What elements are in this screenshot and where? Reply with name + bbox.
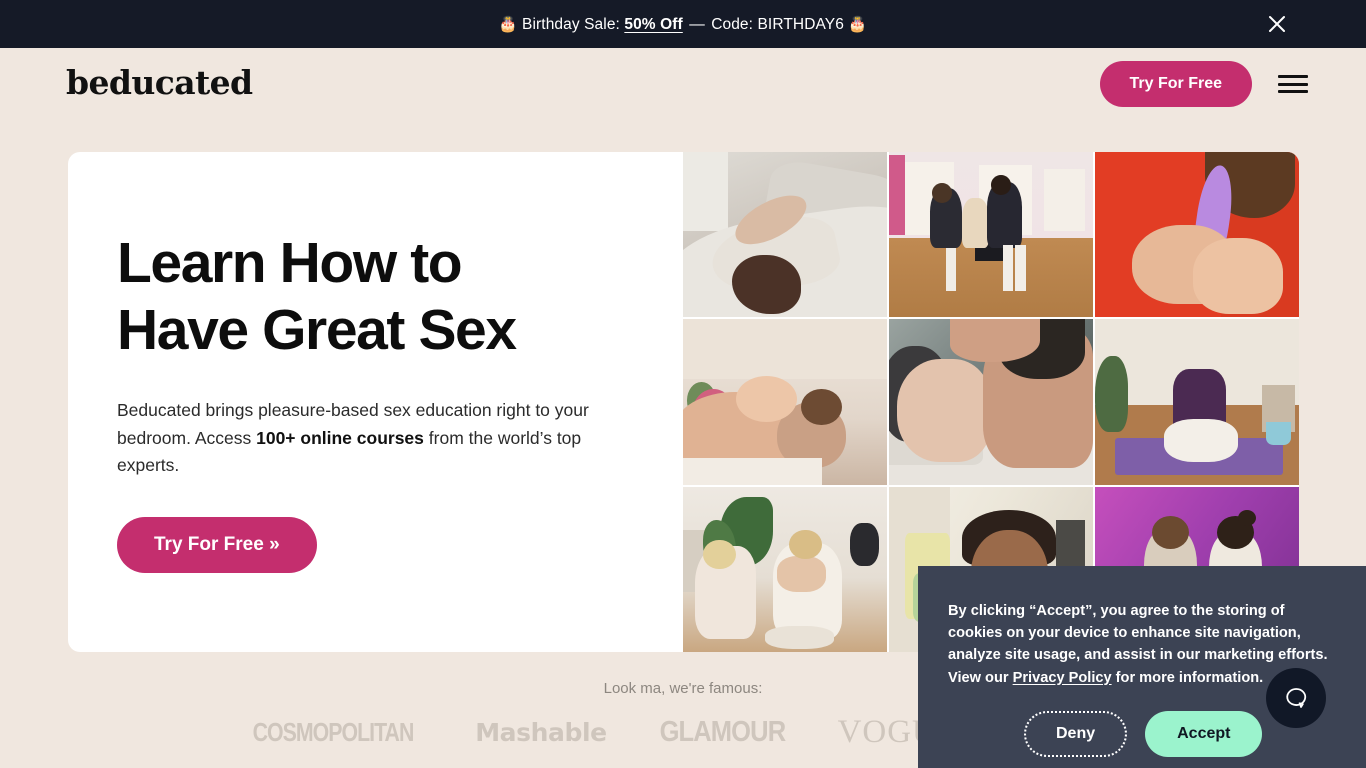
promo-code-text: Code: BIRTHDAY6: [711, 15, 844, 33]
promo-banner-text: 🎂 Birthday Sale: 50% Off — Code: BIRTHDA…: [499, 15, 867, 34]
hamburger-bar-1: [1278, 75, 1308, 78]
hamburger-bar-2: [1278, 82, 1308, 86]
birthday-cake-icon-left: 🎂: [498, 15, 518, 33]
close-icon[interactable]: [1264, 11, 1290, 37]
try-for-free-header-button[interactable]: Try For Free: [1099, 61, 1252, 107]
press-logo-glamour: GLAMOUR: [659, 716, 786, 748]
brand-logo[interactable]: beducated: [66, 66, 253, 99]
accept-button[interactable]: Accept: [1145, 710, 1263, 757]
deny-button[interactable]: Deny: [1024, 710, 1128, 757]
grid-tile-woman-lying-on-bed: [683, 152, 887, 318]
hamburger-bar-3: [1278, 90, 1308, 93]
chat-bubble-icon[interactable]: [1266, 668, 1326, 728]
hamburger-menu-icon[interactable]: [1278, 73, 1308, 95]
cookie-consent-banner: By clicking “Accept”, you agree to the s…: [918, 566, 1366, 768]
grid-tile-dance-studio-class: [889, 152, 1093, 318]
cookie-text-part-2: for more information.: [1111, 669, 1264, 686]
press-logo-cosmopolitan: COSMOPOLITAN: [252, 717, 415, 747]
grid-tile-yoga-stretch-on-mat: [1095, 319, 1299, 485]
promo-banner: 🎂 Birthday Sale: 50% Off — Code: BIRTHDA…: [0, 0, 1366, 48]
privacy-policy-link[interactable]: Privacy Policy: [1013, 670, 1112, 686]
grid-tile-partner-stretching: [683, 486, 887, 652]
hero-subtitle-highlight: 100+ online courses: [256, 427, 424, 448]
hero-copy-card: Learn How to Have Great Sex Beducated br…: [68, 152, 683, 652]
promo-prefix: Birthday Sale:: [522, 15, 625, 33]
promo-offer-link[interactable]: 50% Off: [624, 16, 682, 33]
hero-subtitle: Beducated brings pleasure-based sex educ…: [117, 397, 647, 479]
grid-tile-hands-holding-toy: [1095, 152, 1299, 318]
page-title: Learn How to Have Great Sex: [117, 230, 617, 363]
header-actions: Try For Free: [1099, 61, 1308, 107]
hero-title-line-2: Have Great Sex: [117, 297, 517, 362]
promo-dash: —: [684, 15, 710, 33]
grid-tile-massage-session: [683, 319, 887, 485]
grid-tile-couple-kissing: [889, 319, 1093, 485]
try-for-free-hero-button[interactable]: Try For Free »: [117, 516, 317, 573]
press-logo-mashable: Mashable: [475, 718, 607, 747]
hero-title-line-1: Learn How to: [117, 231, 463, 295]
site-header: beducated Try For Free: [0, 48, 1366, 120]
birthday-cake-icon-right: 🎂: [848, 15, 868, 33]
